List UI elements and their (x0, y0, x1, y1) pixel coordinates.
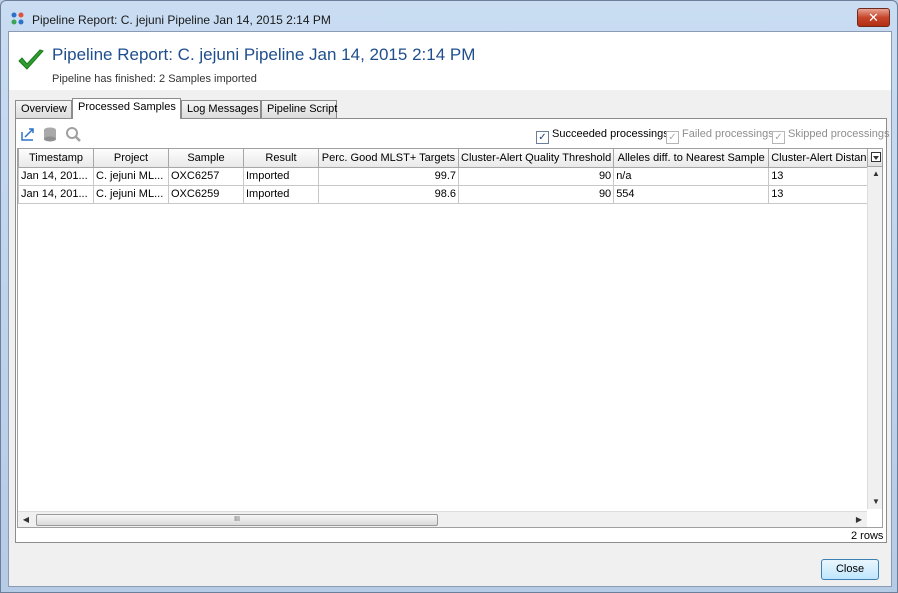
scroll-right-arrow-icon[interactable]: ▶ (851, 513, 867, 527)
table-cell: Jan 14, 201... (18, 184, 94, 204)
checkmark-icon (18, 49, 44, 70)
search-zoom-icon[interactable] (65, 126, 81, 142)
failed-checkbox: ✓ (666, 131, 679, 144)
scroll-left-arrow-icon[interactable]: ◀ (18, 513, 34, 527)
column-header[interactable]: Sample (168, 149, 244, 168)
succeeded-label: Succeeded processings (552, 128, 669, 140)
table-cell: OXC6259 (168, 184, 244, 204)
table-cell: 98.6 (318, 184, 459, 204)
succeeded-checkbox[interactable]: ✓ (536, 131, 549, 144)
close-button[interactable]: Close (821, 559, 879, 580)
table-row[interactable]: Jan 14, 201... C. jejuni ML... OXC6259 I… (18, 184, 870, 204)
column-chooser-button[interactable] (867, 149, 882, 167)
filter-skipped: ✓ Skipped processings (772, 128, 890, 144)
table-cell: 13 (768, 166, 870, 186)
filter-succeeded[interactable]: ✓ Succeeded processings (536, 128, 669, 144)
window-close-button[interactable]: ✕ (857, 8, 890, 27)
column-menu-icon (870, 152, 881, 162)
pipeline-report-window: Pipeline Report: C. jejuni Pipeline Jan … (0, 0, 898, 593)
column-header[interactable]: Alleles diff. to Nearest Sample (613, 149, 770, 168)
column-header[interactable]: Project (93, 149, 169, 168)
app-icon (11, 12, 24, 25)
report-title: Pipeline Report: C. jejuni Pipeline Jan … (52, 45, 476, 64)
skipped-checkbox: ✓ (772, 131, 785, 144)
horizontal-scrollbar[interactable]: ◀ III ▶ (18, 511, 867, 527)
row-count: 2 rows (851, 530, 884, 542)
table-header-row: Timestamp Project Sample Result Perc. Go… (18, 149, 870, 168)
failed-label: Failed processings (682, 128, 774, 140)
table-cell: 99.7 (318, 166, 459, 186)
tab-pipeline-script[interactable]: Pipeline Script (261, 100, 337, 118)
report-header: Pipeline Report: C. jejuni Pipeline Jan … (9, 32, 891, 90)
table-cell: Jan 14, 201... (18, 166, 94, 186)
scroll-down-arrow-icon[interactable]: ▼ (868, 495, 882, 509)
table-cell: Imported (243, 184, 319, 204)
tab-log-messages[interactable]: Log Messages (181, 100, 261, 118)
export-icon[interactable] (20, 126, 36, 142)
samples-table: Timestamp Project Sample Result Perc. Go… (17, 148, 883, 528)
table-row[interactable]: Jan 14, 201... C. jejuni ML... OXC6257 I… (18, 166, 870, 186)
skipped-label: Skipped processings (788, 128, 890, 140)
vertical-scrollbar[interactable]: ▲ ▼ (867, 167, 882, 509)
tab-processed-samples[interactable]: Processed Samples (72, 98, 181, 119)
filter-failed: ✓ Failed processings (666, 128, 774, 144)
database-icon[interactable] (42, 126, 58, 142)
column-header[interactable]: Perc. Good MLST+ Targets (318, 149, 459, 168)
horizontal-scroll-thumb[interactable]: III (36, 514, 438, 526)
scroll-up-arrow-icon[interactable]: ▲ (868, 167, 882, 181)
column-header[interactable]: Cluster-Alert Quality Threshold (457, 149, 615, 168)
report-subtitle: Pipeline has finished: 2 Samples importe… (52, 73, 257, 85)
table-cell: 90 (457, 166, 615, 186)
table-cell: n/a (613, 166, 770, 186)
window-title: Pipeline Report: C. jejuni Pipeline Jan … (32, 13, 331, 27)
column-header[interactable]: Result (243, 149, 319, 168)
dialog-body: Pipeline Report: C. jejuni Pipeline Jan … (8, 31, 892, 587)
table-cell: 90 (457, 184, 615, 204)
table-cell: 554 (613, 184, 770, 204)
table-cell: Imported (243, 166, 319, 186)
table-cell: 13 (768, 184, 870, 204)
column-header[interactable]: Cluster-Alert Distan (768, 149, 870, 168)
table-cell: C. jejuni ML... (93, 166, 169, 186)
processed-samples-panel: ✓ Succeeded processings ✓ Failed processin… (15, 118, 890, 543)
table-cell: C. jejuni ML... (93, 184, 169, 204)
column-header[interactable]: Timestamp (18, 149, 94, 168)
tab-overview[interactable]: Overview (15, 100, 72, 118)
table-cell: OXC6257 (168, 166, 244, 186)
